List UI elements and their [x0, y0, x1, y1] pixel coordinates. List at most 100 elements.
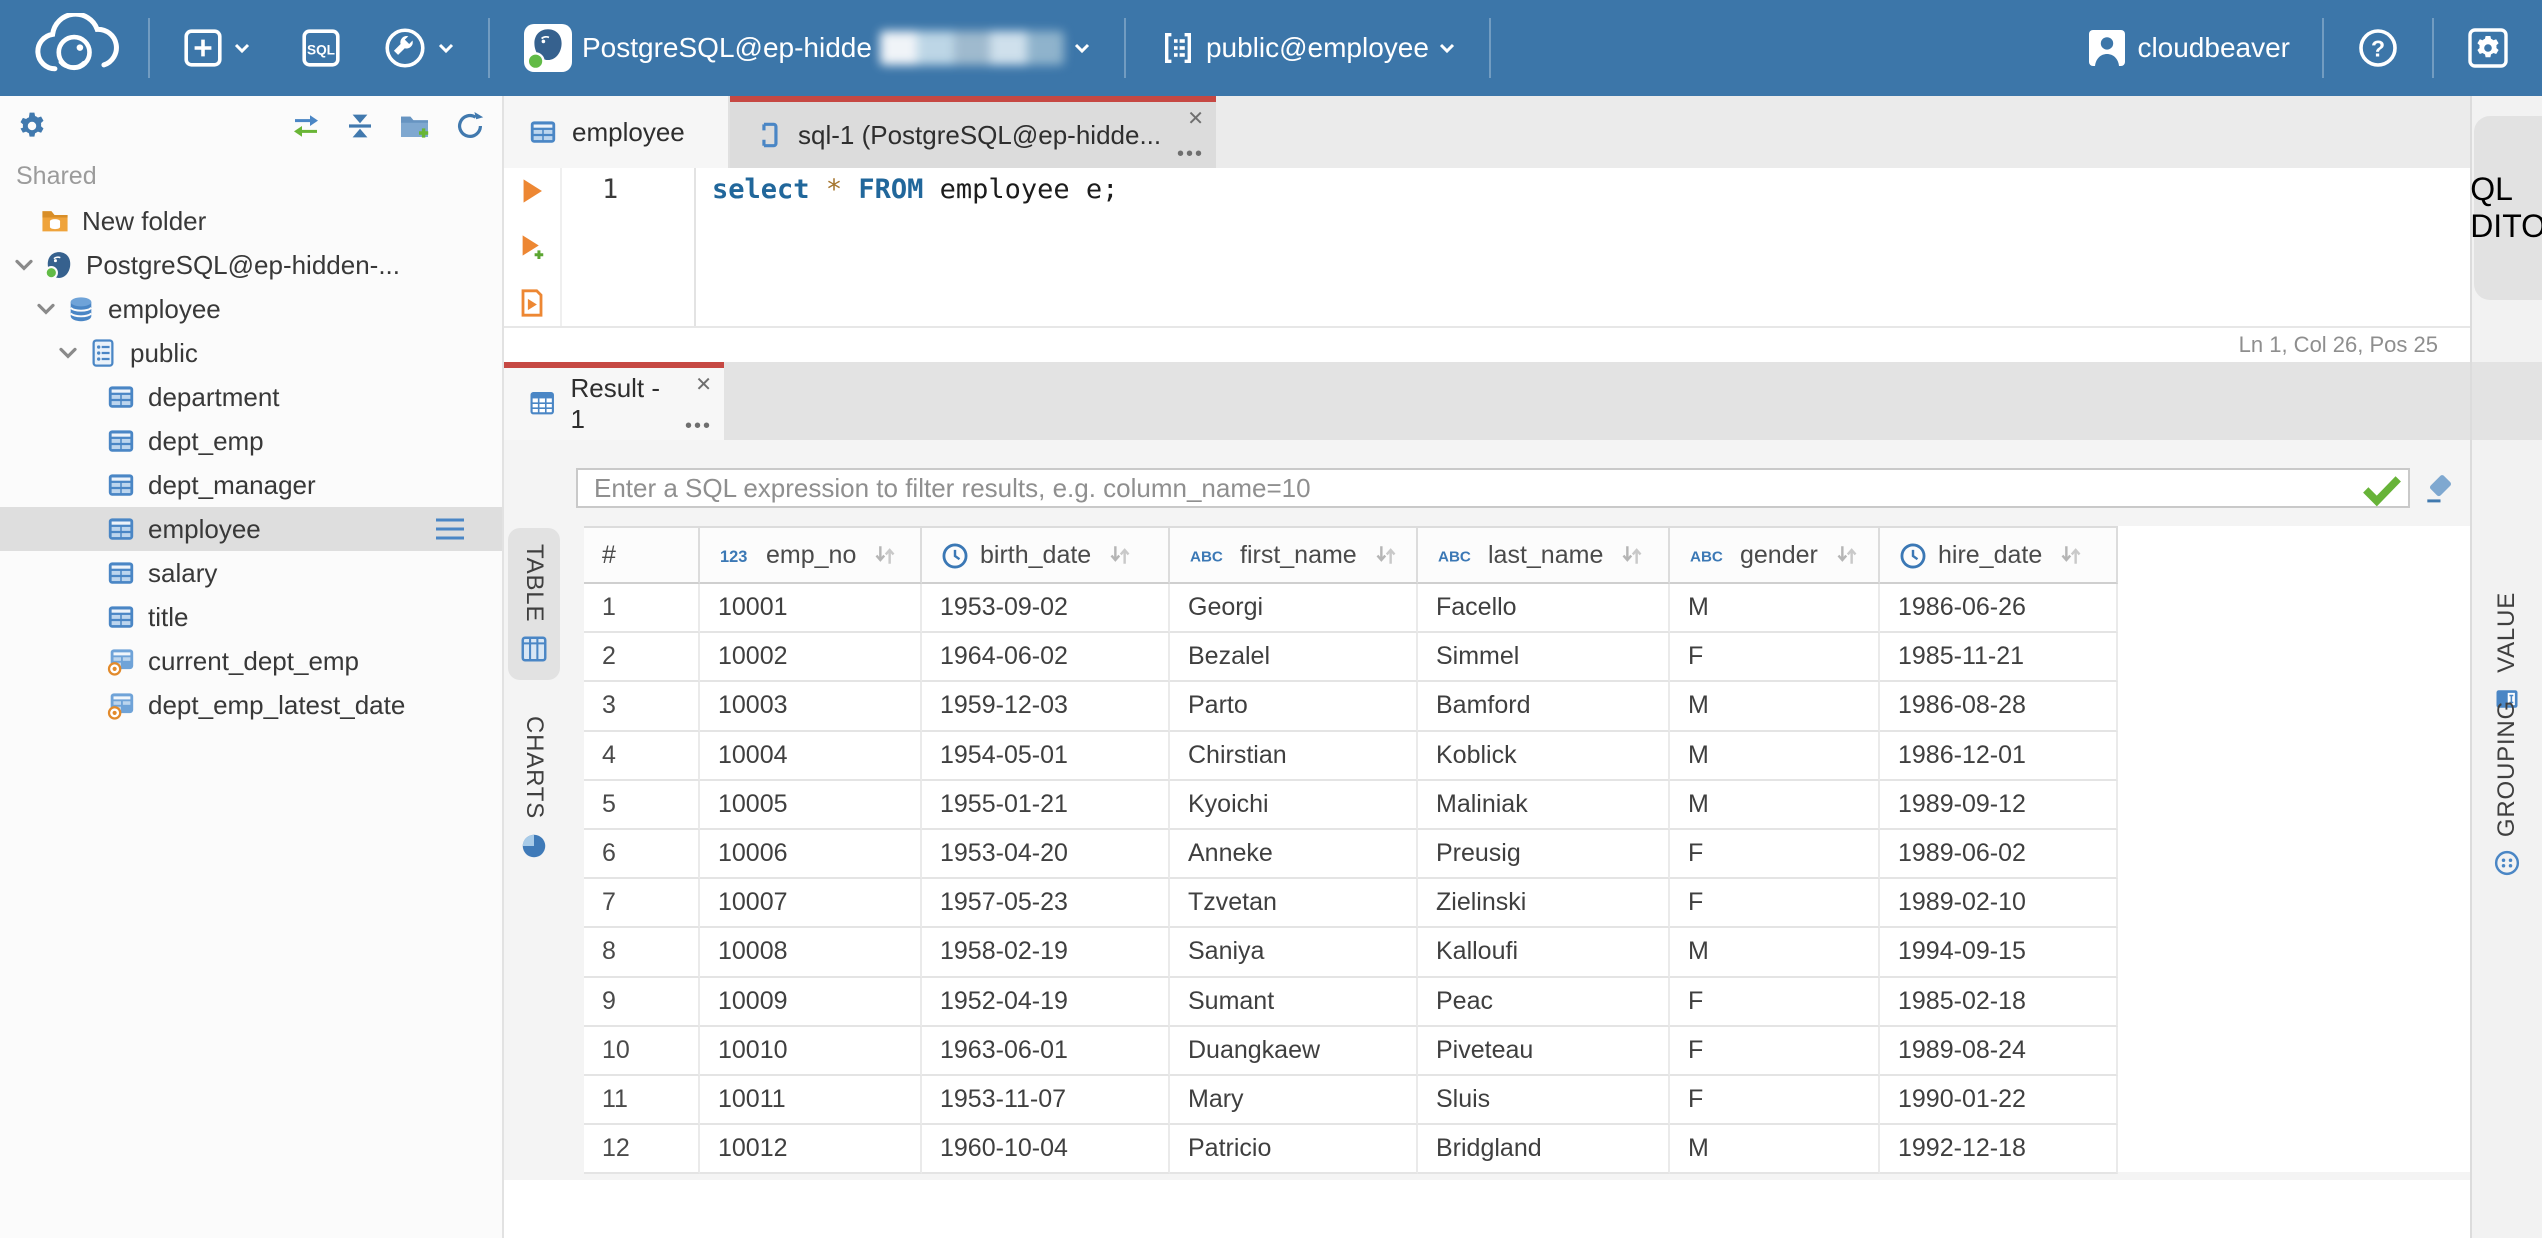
data-cell-emp_no[interactable]: 10012	[700, 1125, 922, 1175]
column-header-row-index[interactable]: #	[584, 528, 700, 584]
data-cell-last_name[interactable]: Koblick	[1418, 731, 1670, 781]
data-cell-gender[interactable]: F	[1670, 633, 1880, 683]
tab-employee[interactable]: employee	[504, 96, 730, 168]
row-index-cell[interactable]: 9	[584, 977, 700, 1027]
user-menu[interactable]: cloudbeaver	[2073, 18, 2302, 78]
data-cell-first_name[interactable]: Mary	[1170, 1075, 1418, 1126]
data-cell-emp_no[interactable]: 10008	[700, 928, 922, 978]
data-cell-gender[interactable]: M	[1670, 584, 1880, 634]
data-cell-hire_date[interactable]: 1989-08-24	[1880, 1026, 2118, 1076]
refresh-tree-icon[interactable]	[454, 110, 486, 142]
data-cell-first_name[interactable]: Duangkaew	[1170, 1026, 1418, 1076]
data-cell-gender[interactable]: M	[1670, 780, 1880, 830]
tools-button[interactable]	[370, 17, 468, 79]
item-menu-hamburger-icon[interactable]	[434, 515, 466, 543]
data-cell-emp_no[interactable]: 10006	[700, 829, 922, 880]
tree-item-dept_emp_latest_date[interactable]: dept_emp_latest_date	[0, 683, 502, 727]
data-cell-gender[interactable]: M	[1670, 1125, 1880, 1175]
data-cell-first_name[interactable]: Sumant	[1170, 977, 1418, 1027]
data-cell-gender[interactable]: M	[1670, 928, 1880, 978]
data-cell-gender[interactable]: M	[1670, 682, 1880, 732]
execute-query-icon[interactable]	[517, 176, 547, 206]
data-cell-first_name[interactable]: Tzvetan	[1170, 879, 1418, 929]
data-cell-first_name[interactable]: Parto	[1170, 682, 1418, 732]
column-header-birth_date[interactable]: birth_date	[922, 528, 1170, 584]
link-with-editor-icon[interactable]	[290, 110, 322, 142]
data-cell-last_name[interactable]: Piveteau	[1418, 1026, 1670, 1076]
sidebar-settings-gear-icon[interactable]	[16, 110, 48, 142]
connection-selector[interactable]: PostgreSQL@ep-hidde	[510, 14, 1104, 82]
tab-sql-1[interactable]: sql-1 (PostgreSQL@ep-hidde... ✕ •••	[730, 96, 1216, 168]
data-cell-birth_date[interactable]: 1955-01-21	[922, 780, 1170, 830]
data-cell-first_name[interactable]: Saniya	[1170, 928, 1418, 978]
data-cell-last_name[interactable]: Bridgland	[1418, 1125, 1670, 1175]
sort-arrows-icon[interactable]	[1107, 542, 1133, 568]
data-cell-last_name[interactable]: Kalloufi	[1418, 928, 1670, 978]
row-index-cell[interactable]: 8	[584, 928, 700, 978]
data-cell-hire_date[interactable]: 1992-12-18	[1880, 1125, 2118, 1175]
row-index-cell[interactable]: 12	[584, 1125, 700, 1175]
row-index-cell[interactable]: 1	[584, 584, 700, 634]
tree-item-public[interactable]: public	[0, 331, 502, 375]
sort-arrows-icon[interactable]	[1834, 542, 1860, 568]
data-cell-last_name[interactable]: Peac	[1418, 977, 1670, 1027]
row-index-cell[interactable]: 10	[584, 1026, 700, 1076]
row-index-cell[interactable]: 6	[584, 829, 700, 880]
tree-item-current_dept_emp[interactable]: current_dept_emp	[0, 639, 502, 683]
data-cell-birth_date[interactable]: 1959-12-03	[922, 682, 1170, 732]
data-cell-emp_no[interactable]: 10002	[700, 633, 922, 683]
data-cell-emp_no[interactable]: 10011	[700, 1075, 922, 1126]
apply-filter-check-icon[interactable]	[2356, 470, 2408, 507]
column-header-emp_no[interactable]: 123 emp_no	[700, 528, 922, 584]
schema-selector[interactable]: public@employee	[1146, 20, 1469, 76]
sort-arrows-icon[interactable]	[872, 542, 898, 568]
data-cell-hire_date[interactable]: 1985-11-21	[1880, 633, 2118, 683]
column-header-last_name[interactable]: ABC last_name	[1418, 528, 1670, 584]
tree-item-postgresql-ep-hidden-[interactable]: PostgreSQL@ep-hidden-...	[0, 243, 502, 287]
help-button[interactable]: ?	[2344, 18, 2412, 78]
data-cell-first_name[interactable]: Patricio	[1170, 1125, 1418, 1175]
sql-editor-button[interactable]: SQL	[288, 19, 354, 77]
data-cell-last_name[interactable]: Bamford	[1418, 682, 1670, 732]
data-cell-first_name[interactable]: Georgi	[1170, 584, 1418, 634]
close-icon[interactable]: ✕	[695, 372, 712, 397]
sort-arrows-icon[interactable]	[2058, 542, 2084, 568]
data-cell-last_name[interactable]: Zielinski	[1418, 879, 1670, 929]
data-cell-birth_date[interactable]: 1953-11-07	[922, 1075, 1170, 1126]
tree-item-employee[interactable]: employee	[0, 507, 502, 551]
tab-sql-editor[interactable]: SQL EDITOR	[2449, 116, 2542, 300]
chevron-down-icon[interactable]	[10, 251, 38, 279]
data-cell-hire_date[interactable]: 1986-08-28	[1880, 682, 2118, 732]
data-cell-birth_date[interactable]: 1960-10-04	[922, 1125, 1170, 1175]
data-cell-first_name[interactable]: Chirstian	[1170, 731, 1418, 781]
collapse-all-icon[interactable]	[344, 110, 376, 142]
data-cell-emp_no[interactable]: 10010	[700, 1026, 922, 1076]
column-header-hire_date[interactable]: hire_date	[1880, 528, 2118, 584]
data-cell-gender[interactable]: F	[1670, 977, 1880, 1027]
tree-item-dept_manager[interactable]: dept_manager	[0, 463, 502, 507]
row-index-cell[interactable]: 2	[584, 633, 700, 683]
row-index-cell[interactable]: 11	[584, 1075, 700, 1126]
tree-item-dept_emp[interactable]: dept_emp	[0, 419, 502, 463]
data-cell-hire_date[interactable]: 1986-12-01	[1880, 731, 2118, 781]
settings-button[interactable]	[2454, 18, 2522, 78]
data-cell-birth_date[interactable]: 1964-06-02	[922, 633, 1170, 683]
tree-item-salary[interactable]: salary	[0, 551, 502, 595]
data-cell-hire_date[interactable]: 1985-02-18	[1880, 977, 2118, 1027]
sort-arrows-icon[interactable]	[1373, 542, 1399, 568]
tree-item-department[interactable]: department	[0, 375, 502, 419]
data-cell-birth_date[interactable]: 1952-04-19	[922, 977, 1170, 1027]
row-index-cell[interactable]: 5	[584, 780, 700, 830]
data-cell-first_name[interactable]: Bezalel	[1170, 633, 1418, 683]
data-cell-birth_date[interactable]: 1957-05-23	[922, 879, 1170, 929]
column-header-gender[interactable]: ABC gender	[1670, 528, 1880, 584]
close-icon[interactable]: ✕	[1187, 106, 1204, 131]
chevron-down-icon[interactable]	[54, 339, 82, 367]
data-cell-birth_date[interactable]: 1953-09-02	[922, 584, 1170, 634]
data-cell-emp_no[interactable]: 10003	[700, 682, 922, 732]
data-cell-gender[interactable]: F	[1670, 1026, 1880, 1076]
sort-arrows-icon[interactable]	[1619, 542, 1645, 568]
data-cell-last_name[interactable]: Preusig	[1418, 829, 1670, 880]
data-cell-emp_no[interactable]: 10005	[700, 780, 922, 830]
data-cell-birth_date[interactable]: 1954-05-01	[922, 731, 1170, 781]
